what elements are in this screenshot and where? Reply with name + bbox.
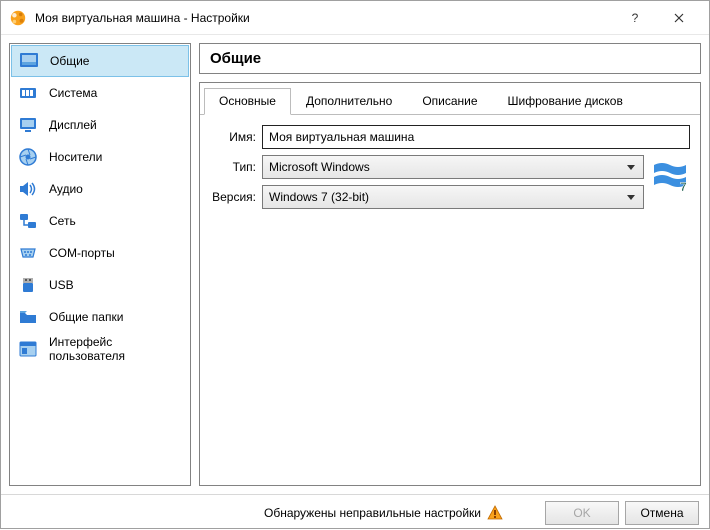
sidebar: Общие Система Дисплей Носители Аудио Сет… [9, 43, 191, 486]
sidebar-item-storage[interactable]: Носители [11, 141, 189, 173]
sidebar-item-label: Дисплей [49, 118, 97, 132]
sidebar-item-network[interactable]: Сеть [11, 205, 189, 237]
system-icon [17, 82, 39, 104]
tab-advanced[interactable]: Дополнительно [291, 88, 407, 115]
form-area: Имя: Тип: Microsoft Windows Версия: Wind… [200, 115, 700, 225]
sidebar-item-label: Общие папки [49, 310, 123, 324]
footer-warning-text: Обнаружены неправильные настройки [264, 506, 481, 520]
tabs: Основные Дополнительно Описание Шифрован… [200, 83, 700, 115]
dropdown-version-value: Windows 7 (32-bit) [269, 190, 369, 204]
label-type: Тип: [210, 160, 256, 174]
sidebar-item-usb[interactable]: USB [11, 269, 189, 301]
sidebar-item-label: COM-порты [49, 246, 115, 260]
app-icon [9, 9, 27, 27]
sidebar-item-label: Носители [49, 150, 102, 164]
sidebar-item-label: Общие [50, 54, 89, 68]
sidebar-item-label: Сеть [49, 214, 76, 228]
svg-text:7: 7 [680, 180, 687, 194]
sidebar-item-label: Система [49, 86, 97, 100]
sidebar-item-ui[interactable]: Интерфейс пользователя [11, 333, 189, 365]
footer: Обнаружены неправильные настройки OK Отм… [1, 494, 709, 530]
window-title: Моя виртуальная машина - Настройки [35, 11, 613, 25]
display-icon [17, 114, 39, 136]
sidebar-item-shared-folders[interactable]: Общие папки [11, 301, 189, 333]
sidebar-item-label: USB [49, 278, 74, 292]
tab-description[interactable]: Описание [407, 88, 492, 115]
sidebar-item-system[interactable]: Система [11, 77, 189, 109]
row-name: Имя: [210, 125, 690, 149]
usb-icon [17, 274, 39, 296]
storage-icon [17, 146, 39, 168]
sidebar-item-general[interactable]: Общие [11, 45, 189, 77]
label-name: Имя: [210, 130, 256, 144]
page-heading: Общие [210, 50, 690, 67]
sidebar-item-display[interactable]: Дисплей [11, 109, 189, 141]
serial-icon [17, 242, 39, 264]
audio-icon [17, 178, 39, 200]
tab-basic[interactable]: Основные [204, 88, 291, 115]
titlebar: Моя виртуальная машина - Настройки ? [1, 1, 709, 35]
shared-folders-icon [17, 306, 39, 328]
tab-encryption[interactable]: Шифрование дисков [493, 88, 638, 115]
ok-button[interactable]: OK [545, 501, 619, 525]
sidebar-item-serial[interactable]: COM-порты [11, 237, 189, 269]
sidebar-item-label: Аудио [49, 182, 83, 196]
network-icon [17, 210, 39, 232]
label-version: Версия: [210, 190, 256, 204]
main: Общие Основные Дополнительно Описание Ши… [199, 43, 701, 486]
sidebar-item-audio[interactable]: Аудио [11, 173, 189, 205]
body: Общие Система Дисплей Носители Аудио Сет… [1, 35, 709, 494]
dropdown-type-value: Microsoft Windows [269, 160, 370, 174]
ui-icon [17, 338, 39, 360]
cancel-button[interactable]: Отмена [625, 501, 699, 525]
warning-icon [487, 505, 503, 521]
dropdown-version[interactable]: Windows 7 (32-bit) [262, 185, 644, 209]
help-button[interactable]: ? [613, 3, 657, 33]
heading-box: Общие [199, 43, 701, 74]
sidebar-item-label: Интерфейс пользователя [49, 335, 183, 363]
row-type-version: Тип: Microsoft Windows Версия: Windows 7… [210, 155, 690, 209]
input-name[interactable] [262, 125, 690, 149]
content-box: Основные Дополнительно Описание Шифрован… [199, 82, 701, 486]
close-button[interactable] [657, 3, 701, 33]
os-logo-icon: 7 [650, 155, 690, 195]
general-icon [18, 50, 40, 72]
dropdown-type[interactable]: Microsoft Windows [262, 155, 644, 179]
